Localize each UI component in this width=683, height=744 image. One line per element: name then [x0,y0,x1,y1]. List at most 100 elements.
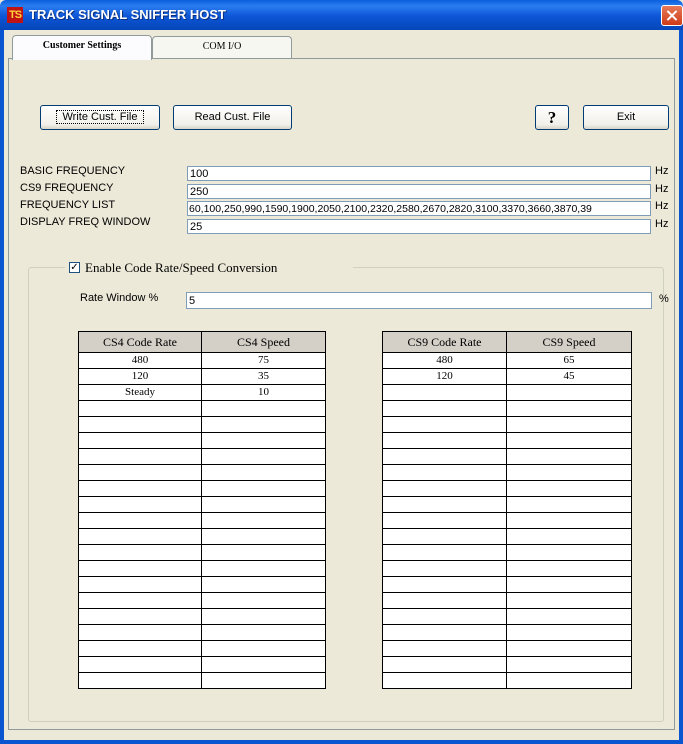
cs9-frequency-input[interactable] [187,184,651,199]
frequency-list-input[interactable] [187,201,651,216]
cs4-code-rate-cell[interactable]: Steady [78,384,202,401]
cs9-code-rate-cell[interactable] [382,592,507,609]
cs4-table-row[interactable] [78,448,326,465]
cs9-table-row[interactable] [382,592,632,609]
cs9-speed-cell[interactable]: 65 [506,352,632,369]
cs9-speed-cell[interactable] [506,672,632,689]
tab-customer-settings[interactable]: Customer Settings [12,35,152,60]
cs4-speed-cell[interactable] [201,624,326,641]
cs9-table-row[interactable]: 120 45 [382,368,632,385]
cs4-code-rate-cell[interactable] [78,656,202,673]
cs9-table-row[interactable] [382,384,632,401]
cs9-code-rate-cell[interactable] [382,544,507,561]
cs9-code-rate-cell[interactable]: 480 [382,352,507,369]
cs4-code-rate-cell[interactable]: 120 [78,368,202,385]
cs9-table-row[interactable] [382,624,632,641]
cs4-speed-cell[interactable] [201,464,326,481]
close-button[interactable] [661,5,683,26]
cs9-speed-cell[interactable] [506,496,632,513]
cs4-code-rate-cell[interactable] [78,608,202,625]
cs4-table-row[interactable] [78,624,326,641]
cs9-table-row[interactable] [382,432,632,449]
cs4-code-rate-cell[interactable] [78,560,202,577]
cs4-table-row[interactable]: Steady 10 [78,384,326,401]
cs9-speed-cell[interactable]: 45 [506,368,632,385]
cs4-table-row[interactable] [78,544,326,561]
cs9-code-rate-cell[interactable]: 120 [382,368,507,385]
cs9-speed-cell[interactable] [506,384,632,401]
cs4-code-rate-cell[interactable] [78,432,202,449]
cs9-table-row[interactable] [382,448,632,465]
display-freq-window-input[interactable] [187,219,651,234]
cs9-code-rate-cell[interactable] [382,608,507,625]
cs4-code-rate-cell[interactable] [78,672,202,689]
cs9-speed-cell[interactable] [506,448,632,465]
cs4-code-rate-cell[interactable] [78,480,202,497]
cs9-code-rate-cell[interactable] [382,640,507,657]
cs9-speed-cell[interactable] [506,656,632,673]
cs9-table-row[interactable] [382,608,632,625]
cs4-code-rate-cell[interactable] [78,464,202,481]
cs9-speed-cell[interactable] [506,640,632,657]
cs4-table-row[interactable] [78,560,326,577]
cs9-code-rate-cell[interactable] [382,448,507,465]
cs4-speed-cell[interactable] [201,416,326,433]
cs4-table-row[interactable] [78,640,326,657]
cs4-speed-cell[interactable] [201,432,326,449]
cs9-speed-cell[interactable] [506,544,632,561]
cs9-speed-cell[interactable] [506,432,632,449]
cs9-code-rate-cell[interactable] [382,512,507,529]
rate-window-input[interactable] [186,292,652,309]
cs4-speed-cell[interactable] [201,576,326,593]
cs9-table-row[interactable] [382,480,632,497]
cs9-speed-cell[interactable] [506,416,632,433]
cs4-speed-cell[interactable] [201,592,326,609]
cs9-speed-cell[interactable] [506,624,632,641]
cs9-table-row[interactable] [382,400,632,417]
cs9-code-rate-cell[interactable] [382,464,507,481]
cs9-table-row[interactable] [382,656,632,673]
cs4-table-row[interactable] [78,432,326,449]
cs9-speed-cell[interactable] [506,480,632,497]
cs9-table-row[interactable] [382,560,632,577]
cs9-table-row[interactable]: 480 65 [382,352,632,369]
cs4-speed-cell[interactable]: 75 [201,352,326,369]
cs9-code-rate-cell[interactable] [382,432,507,449]
cs4-table-row[interactable] [78,672,326,689]
cs4-code-rate-cell[interactable] [78,624,202,641]
cs9-table-row[interactable] [382,416,632,433]
cs9-code-rate-cell[interactable] [382,656,507,673]
cs9-speed-cell[interactable] [506,592,632,609]
cs4-speed-cell[interactable] [201,480,326,497]
cs4-code-rate-cell[interactable] [78,416,202,433]
cs4-table-row[interactable] [78,480,326,497]
cs4-code-rate-cell[interactable] [78,576,202,593]
cs9-code-rate-cell[interactable] [382,496,507,513]
cs4-speed-cell[interactable] [201,528,326,545]
basic-frequency-input[interactable] [187,166,651,181]
cs9-table-row[interactable] [382,576,632,593]
cs4-table-row[interactable] [78,576,326,593]
title-bar[interactable]: TS TRACK SIGNAL SNIFFER HOST [0,0,683,30]
cs9-code-rate-cell[interactable] [382,624,507,641]
tab-com-io[interactable]: COM I/O [152,36,292,58]
cs4-speed-cell[interactable] [201,672,326,689]
cs9-speed-cell[interactable] [506,576,632,593]
cs4-table-row[interactable] [78,464,326,481]
cs4-table-row[interactable] [78,656,326,673]
read-cust-file-button[interactable]: Read Cust. File [173,105,292,130]
cs4-table-row[interactable] [78,496,326,513]
cs4-speed-cell[interactable] [201,560,326,577]
cs9-table-row[interactable] [382,464,632,481]
cs9-speed-cell[interactable] [506,608,632,625]
cs9-table-row[interactable] [382,496,632,513]
cs9-code-rate-cell[interactable] [382,384,507,401]
cs4-speed-cell[interactable] [201,656,326,673]
cs4-code-rate-cell[interactable] [78,640,202,657]
cs9-table-row[interactable] [382,544,632,561]
cs9-code-rate-cell[interactable] [382,528,507,545]
cs4-code-rate-cell[interactable] [78,512,202,529]
cs9-table-row[interactable] [382,528,632,545]
cs4-table-row[interactable]: 120 35 [78,368,326,385]
cs4-table-row[interactable] [78,400,326,417]
